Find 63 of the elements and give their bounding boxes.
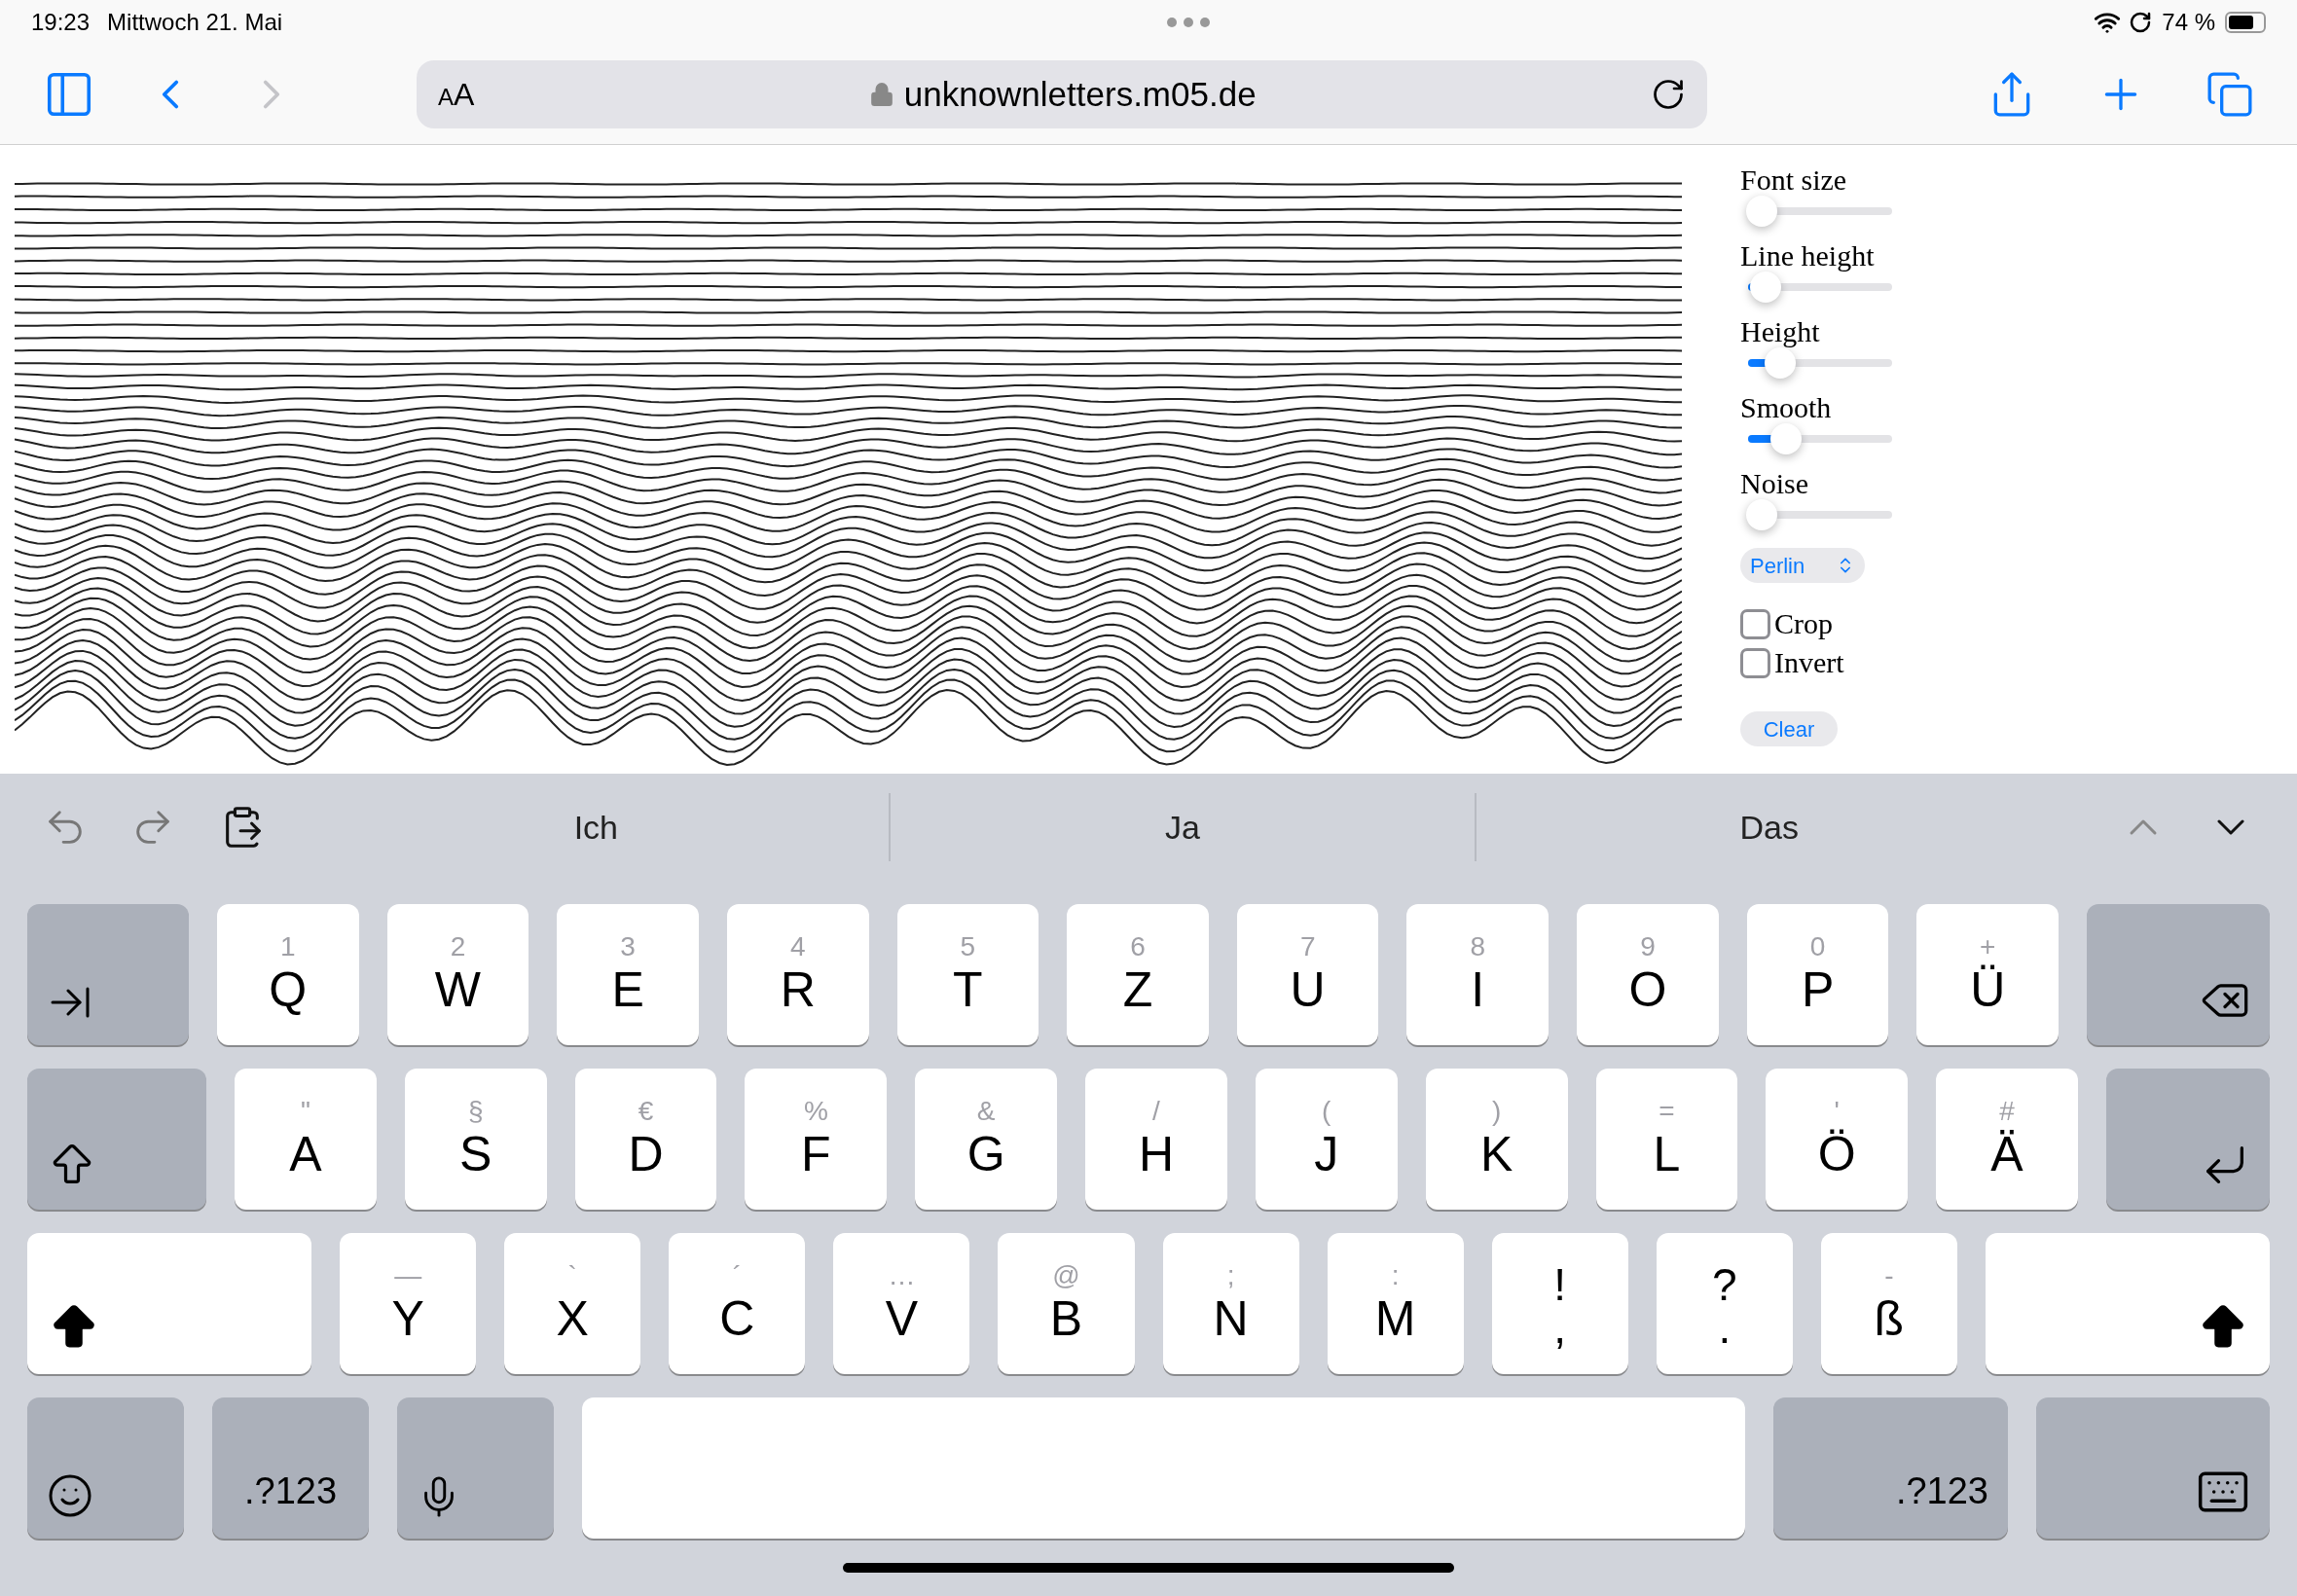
key[interactable]: = L <box>1595 1069 1738 1210</box>
key[interactable]: % F <box>745 1069 888 1210</box>
key[interactable]: 8 I <box>1406 904 1550 1045</box>
key[interactable]: ' Ö <box>1766 1069 1909 1210</box>
key[interactable]: @ B <box>998 1233 1135 1374</box>
checkbox-label: Crop <box>1774 606 1833 641</box>
key[interactable]: … V <box>833 1233 970 1374</box>
key[interactable]: 7 U <box>1236 904 1379 1045</box>
key[interactable]: € D <box>574 1069 717 1210</box>
battery-percent: 74 % <box>2162 8 2215 37</box>
key[interactable]: # Ä <box>1936 1069 2078 1210</box>
hide-keyboard-key[interactable] <box>2036 1397 2270 1539</box>
key[interactable]: / H <box>1085 1069 1227 1210</box>
reload-icon[interactable] <box>1651 77 1686 112</box>
key[interactable]: : M <box>1327 1233 1464 1374</box>
checkbox-label: Invert <box>1774 645 1844 680</box>
url-text: unknownletters.m05.de <box>903 73 1257 115</box>
suggestion[interactable]: Ich <box>573 802 618 852</box>
key[interactable]: ) K <box>1425 1069 1568 1210</box>
slider-label: Height <box>1740 316 1821 347</box>
key[interactable]: — Y <box>340 1233 477 1374</box>
key[interactable]: + Ü <box>1916 904 2060 1045</box>
multitasking-dots-icon <box>1165 17 1211 28</box>
key[interactable]: 0 P <box>1746 904 1889 1045</box>
battery-icon <box>2225 12 2266 33</box>
shift-key[interactable] <box>1985 1233 2271 1374</box>
tabs-icon[interactable] <box>2206 70 2254 119</box>
key[interactable]: ´ C <box>669 1233 806 1374</box>
numbers-key[interactable]: .?123 <box>1773 1397 2008 1539</box>
status-time: 19:23 <box>31 8 91 37</box>
key[interactable]: ! , <box>1491 1233 1628 1374</box>
checkbox[interactable] <box>1740 608 1770 639</box>
key[interactable]: 4 R <box>726 904 869 1045</box>
shift-key[interactable] <box>27 1233 312 1374</box>
key[interactable]: ` X <box>504 1233 641 1374</box>
slider-label: Line height <box>1740 240 1876 272</box>
emoji-icon <box>47 1472 93 1519</box>
key[interactable]: ? . <box>1656 1233 1793 1374</box>
slider-label: Font size <box>1740 164 1848 196</box>
delete-key[interactable] <box>2087 904 2271 1045</box>
key[interactable]: 3 E <box>557 904 699 1045</box>
slider-label: Noise <box>1740 468 1809 499</box>
key[interactable]: 1 Q <box>217 904 359 1045</box>
key[interactable]: 6 Z <box>1067 904 1209 1045</box>
key[interactable]: 2 W <box>386 904 529 1045</box>
text-size-button[interactable]: AA <box>438 71 475 118</box>
key[interactable]: 5 T <box>896 904 1039 1045</box>
slider-label: Smooth <box>1740 392 1833 423</box>
key[interactable]: - ß <box>1820 1233 1957 1374</box>
emoji-key[interactable] <box>27 1397 184 1539</box>
key[interactable]: & G <box>915 1069 1058 1210</box>
checkbox[interactable] <box>1740 647 1770 678</box>
numbers-key[interactable]: .?123 <box>212 1397 369 1539</box>
key[interactable]: " A <box>235 1069 377 1210</box>
lock-icon <box>868 82 894 107</box>
key[interactable]: ( J <box>1255 1069 1398 1210</box>
suggestion[interactable]: Das <box>1739 802 1799 852</box>
status-date: Mittwoch 21. Mai <box>107 8 283 37</box>
address-bar[interactable]: AA unknownletters.m05.de <box>417 60 1707 128</box>
key[interactable]: 9 O <box>1577 904 1719 1045</box>
key[interactable]: ; N <box>1162 1233 1299 1374</box>
key[interactable]: § S <box>404 1069 547 1210</box>
suggestion[interactable]: Ja <box>1165 802 1200 852</box>
